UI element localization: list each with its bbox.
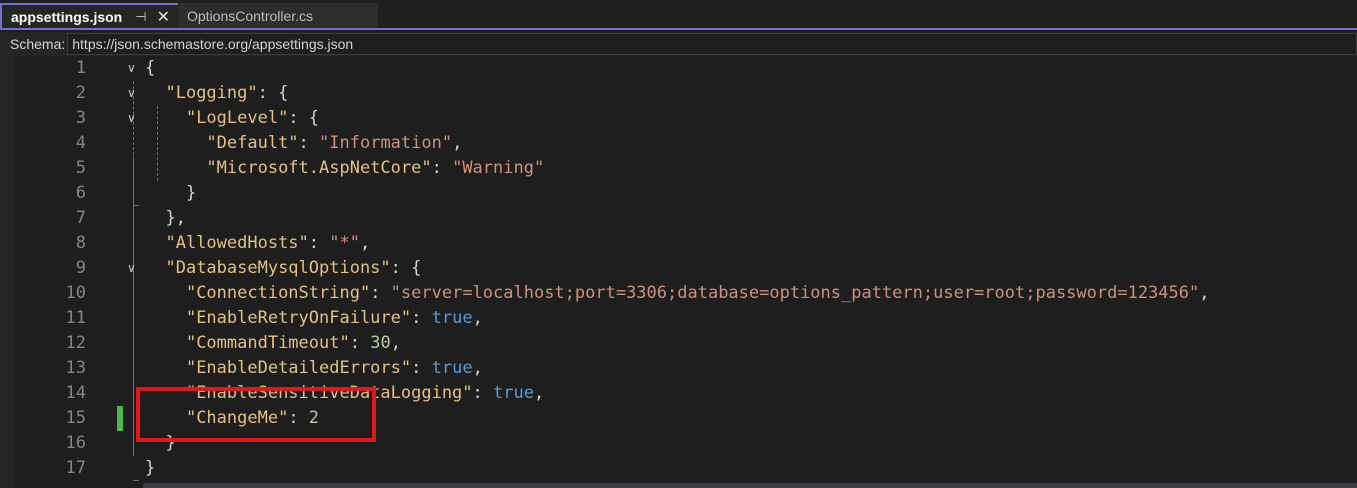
code-text: "Microsoft.AspNetCore": "Warning"	[206, 158, 545, 178]
line-number: 10	[65, 283, 86, 303]
fold-chevron-icon[interactable]: ∨	[127, 81, 136, 106]
code-line: 11 "EnableRetryOnFailure": true,	[0, 306, 1357, 331]
line-number: 5	[75, 158, 86, 178]
line-number: 15	[65, 408, 86, 428]
line-number: 9	[75, 258, 86, 278]
line-number: 3	[75, 108, 86, 128]
code-line: 12 "CommandTimeout": 30,	[0, 331, 1357, 356]
close-icon[interactable]: ✕	[157, 7, 170, 27]
code-line: 4 "Default": "Information",	[0, 131, 1357, 156]
code-line: 9 ∨ "DatabaseMysqlOptions": {	[0, 256, 1357, 281]
code-text: "CommandTimeout": 30,	[185, 333, 401, 353]
schema-bar: Schema:	[0, 32, 1357, 56]
tab-options-controller[interactable]: OptionsController.cs	[178, 3, 378, 28]
line-number: 17	[65, 458, 86, 478]
line-number: 14	[65, 383, 86, 403]
schema-label: Schema:	[10, 36, 66, 52]
line-number: 12	[65, 333, 86, 353]
code-text: "LogLevel": {	[185, 108, 320, 128]
fold-chevron-icon[interactable]: ∨	[127, 56, 136, 81]
tab-label: OptionsController.cs	[187, 7, 314, 24]
line-number: 2	[75, 83, 86, 103]
code-line: 7 },	[0, 206, 1357, 231]
code-text: "DatabaseMysqlOptions": {	[165, 258, 422, 278]
highlight-annotation-box	[136, 387, 376, 442]
code-text: "EnableDetailedErrors": true,	[185, 358, 483, 378]
fold-chevron-icon[interactable]: ∨	[127, 256, 136, 281]
line-number: 7	[75, 208, 86, 228]
tab-appsettings-json[interactable]: appsettings.json ⊣ ✕	[0, 3, 182, 28]
code-line: 3 ∨ "LogLevel": {	[0, 106, 1357, 131]
line-number: 13	[65, 358, 86, 378]
line-number: 8	[75, 233, 86, 253]
line-number: 11	[65, 308, 86, 328]
code-line: 5 "Microsoft.AspNetCore": "Warning"	[0, 156, 1357, 181]
tab-label: appsettings.json	[11, 8, 123, 25]
pin-icon[interactable]: ⊣	[135, 9, 146, 25]
code-text: "ConnectionString": "server=localhost;po…	[185, 283, 1210, 303]
line-number: 4	[75, 133, 86, 153]
code-line: 8 "AllowedHosts": "*",	[0, 231, 1357, 256]
code-line: 1 ∨ {	[0, 56, 1357, 81]
code-line: 13 "EnableDetailedErrors": true,	[0, 356, 1357, 381]
tab-bar: appsettings.json ⊣ ✕ OptionsController.c…	[0, 0, 1357, 30]
code-line: 17 }	[0, 456, 1357, 481]
code-line: 2 ∨ "Logging": {	[0, 81, 1357, 106]
code-text: "EnableRetryOnFailure": true,	[185, 308, 483, 328]
code-line: 10 "ConnectionString": "server=localhost…	[0, 281, 1357, 306]
line-number: 6	[75, 183, 86, 203]
code-text: {	[145, 58, 156, 78]
line-number: 16	[65, 433, 86, 453]
horizontal-scrollbar[interactable]	[143, 483, 1357, 488]
schema-url-input[interactable]	[67, 33, 1357, 55]
tab-accent-line	[0, 28, 1357, 30]
code-text: }	[145, 183, 197, 203]
code-text: },	[145, 208, 186, 228]
code-text: "AllowedHosts": "*",	[165, 233, 371, 253]
fold-chevron-icon[interactable]: ∨	[127, 106, 136, 131]
line-number: 1	[75, 58, 86, 78]
code-text: "Default": "Information",	[206, 133, 463, 153]
code-text: "Logging": {	[165, 83, 289, 103]
code-text: }	[145, 458, 156, 478]
code-line: 6 }	[0, 181, 1357, 206]
